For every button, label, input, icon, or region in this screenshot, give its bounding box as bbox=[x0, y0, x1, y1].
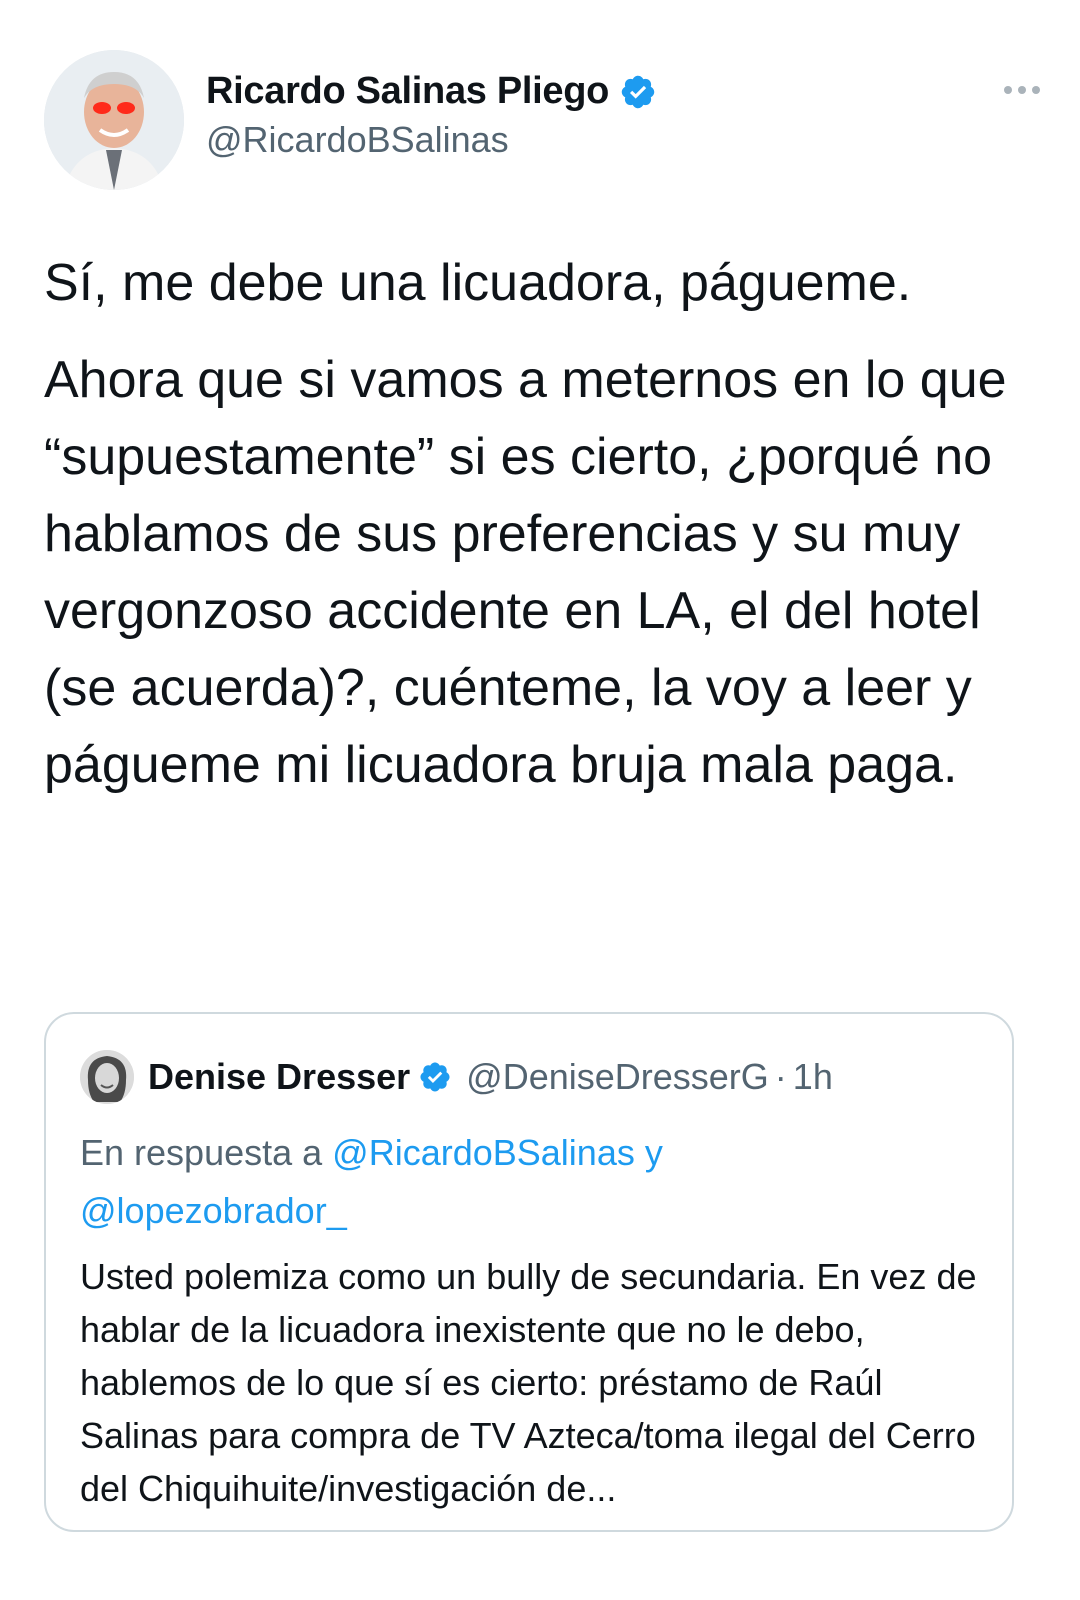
author-display-name[interactable]: Ricardo Salinas Pliego bbox=[206, 70, 609, 113]
tweet-text: Sí, me debe una licuadora, págueme. Ahor… bbox=[44, 245, 1044, 824]
quoted-tweet-timestamp[interactable]: 1h bbox=[793, 1056, 833, 1098]
mention-link[interactable]: @lopezobrador_ bbox=[80, 1190, 347, 1231]
tweet-paragraph: Ahora que si vamos a meternos en lo que … bbox=[44, 351, 1007, 794]
author-avatar[interactable] bbox=[44, 50, 184, 190]
quoted-author-display-name[interactable]: Denise Dresser bbox=[148, 1056, 410, 1098]
quoted-tweet[interactable]: Denise Dresser @DeniseDresserG · 1h En r… bbox=[44, 1012, 1014, 1532]
author-info: Ricardo Salinas Pliego @RicardoBSalinas bbox=[206, 70, 657, 161]
quoted-tweet-header: Denise Dresser @DeniseDresserG · 1h bbox=[80, 1050, 833, 1104]
quoted-tweet-text: Usted polemiza como un bully de secundar… bbox=[80, 1256, 977, 1509]
quoted-author-handle[interactable]: @DeniseDresserG bbox=[466, 1056, 769, 1098]
author-handle[interactable]: @RicardoBSalinas bbox=[206, 119, 657, 161]
quoted-avatar-image bbox=[80, 1050, 134, 1104]
quoted-author-avatar[interactable] bbox=[80, 1050, 134, 1104]
more-horizontal-icon[interactable] bbox=[1000, 80, 1044, 100]
reply-conjunction: y bbox=[644, 1132, 663, 1173]
tweet-header: Ricardo Salinas Pliego @RicardoBSalinas bbox=[44, 50, 1044, 190]
author-avatar-image bbox=[44, 50, 184, 190]
reply-context: En respuesta a @RicardoBSalinas y @lopez… bbox=[80, 1124, 980, 1240]
mention-link[interactable]: @RicardoBSalinas bbox=[332, 1132, 635, 1173]
separator-dot: · bbox=[774, 1056, 787, 1097]
reply-prefix: En respuesta a bbox=[80, 1132, 323, 1173]
verified-badge-icon bbox=[420, 1062, 450, 1092]
verified-badge-icon bbox=[621, 75, 655, 108]
tweet-paragraph: Sí, me debe una licuadora, págueme. bbox=[44, 254, 912, 312]
